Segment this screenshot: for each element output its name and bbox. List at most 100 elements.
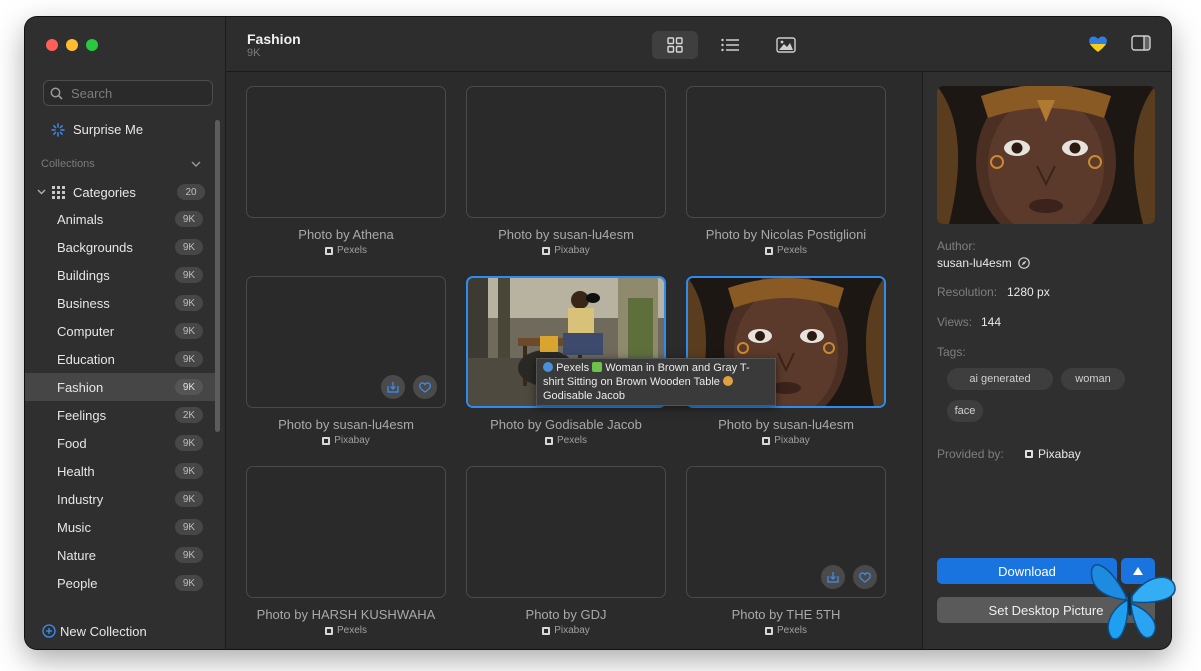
count-badge: 2K	[175, 407, 203, 423]
sidebar-item-label: Education	[57, 351, 115, 367]
sidebar-item-label: Industry	[57, 491, 104, 507]
tag-chip[interactable]: ai generated	[947, 368, 1053, 390]
photo-card[interactable]: Photo by THE 5TH Pexels	[686, 466, 886, 636]
favorite-button[interactable]	[853, 565, 877, 589]
source-label: Pixabay	[334, 435, 370, 446]
tag-chip[interactable]: woman	[1061, 368, 1125, 390]
chevron-down-icon[interactable]	[37, 189, 46, 195]
chevron-down-icon[interactable]	[191, 161, 201, 167]
surprise-me-label: Surprise Me	[73, 122, 144, 137]
pixabay-icon	[1025, 450, 1033, 458]
search-input[interactable]	[69, 84, 203, 102]
photo-thumbnail[interactable]	[686, 466, 886, 598]
photo-card[interactable]: Photo by Nicolas Postiglioni Pexels	[686, 86, 886, 256]
new-collection-button[interactable]: New Collection	[25, 613, 225, 649]
sidebar-item-label: Backgrounds	[57, 239, 133, 255]
views-label: Views:	[937, 315, 973, 329]
photo-thumbnail[interactable]	[466, 86, 666, 218]
count-badge: 9K	[175, 463, 203, 479]
search-field[interactable]	[43, 80, 213, 106]
collections-label: Collections	[41, 158, 95, 170]
sidebar-item-label: Nature	[57, 547, 97, 563]
sidebar-item-food[interactable]: Food 9K	[25, 429, 215, 457]
sidebar-item-label: Computer	[57, 323, 115, 339]
photo-card[interactable]: Photo by susan-lu4esm Pixabay	[246, 276, 446, 446]
sidebar-item-feelings[interactable]: Feelings 2K	[25, 401, 215, 429]
collections-header[interactable]: Collections	[41, 158, 201, 170]
download-icon	[387, 382, 399, 393]
photo-caption: Photo by GDJ	[525, 607, 607, 622]
sidebar-item-education[interactable]: Education 9K	[25, 345, 215, 373]
pixabay-icon	[322, 436, 331, 445]
pexels-icon	[324, 626, 333, 635]
resolution-value: 1280 px	[1007, 285, 1050, 299]
categories-group[interactable]: Categories 20	[37, 181, 205, 203]
sidebar-item-nature[interactable]: Nature 9K	[25, 541, 215, 569]
compass-icon[interactable]	[1017, 257, 1030, 269]
surprise-me-item[interactable]: Surprise Me	[51, 122, 143, 137]
sidebar-item-fashion[interactable]: Fashion 9K	[25, 373, 215, 401]
photo-card[interactable]: Photo by GDJ Pixabay	[466, 466, 666, 636]
count-badge: 9K	[175, 575, 203, 591]
count-badge: 9K	[175, 295, 203, 311]
pexels-icon	[764, 626, 773, 635]
photo-card[interactable]: Photo by susan-lu4esm Pixabay	[466, 86, 666, 256]
photo-card[interactable]: Photo by Athena Pexels	[246, 86, 446, 256]
photo-caption: Photo by Nicolas Postiglioni	[705, 227, 867, 242]
search-icon	[50, 87, 63, 100]
sidebar-item-computer[interactable]: Computer 9K	[25, 317, 215, 345]
count-badge: 9K	[175, 491, 203, 507]
sidebar-scrollbar[interactable]	[215, 120, 220, 432]
sidebar-item-backgrounds[interactable]: Backgrounds 9K	[25, 233, 215, 261]
download-button[interactable]	[381, 375, 405, 399]
download-icon	[827, 572, 839, 583]
grid-view-button[interactable]	[652, 31, 698, 59]
image-view-button[interactable]	[763, 31, 809, 59]
photo-source: Pixabay	[466, 625, 666, 636]
sidebar-item-health[interactable]: Health 9K	[25, 457, 215, 485]
page-title: Fashion	[247, 31, 301, 47]
photo-caption: Photo by susan-lu4esm	[718, 417, 854, 432]
sidebar-item-label: Business	[57, 295, 110, 311]
source-label: Pixabay	[554, 245, 590, 256]
tag-chip[interactable]: face	[947, 400, 983, 422]
photo-thumbnail[interactable]	[466, 466, 666, 598]
count-badge: 9K	[175, 267, 203, 283]
category-list: Animals 9K Backgrounds 9K Buildings 9K Busi…	[25, 205, 215, 597]
zoom-window-button[interactable]	[86, 39, 98, 51]
count-badge: 9K	[175, 239, 203, 255]
close-window-button[interactable]	[46, 39, 58, 51]
photo-thumbnail[interactable]	[246, 276, 446, 408]
source-label: Pexels	[336, 245, 367, 256]
heart-icon	[419, 381, 431, 393]
list-view-button[interactable]	[707, 31, 753, 59]
sidebar-toggle-icon[interactable]	[1131, 35, 1151, 51]
minimize-window-button[interactable]	[66, 39, 78, 51]
sidebar-item-people[interactable]: People 9K	[25, 569, 215, 597]
photo-thumbnail[interactable]	[686, 86, 886, 218]
sidebar-item-label: Health	[57, 463, 95, 479]
list-icon	[721, 38, 739, 52]
photo-thumbnail[interactable]	[246, 466, 446, 598]
card-actions	[821, 565, 877, 589]
sidebar-item-animals[interactable]: Animals 9K	[25, 205, 215, 233]
photo-thumbnail[interactable]	[246, 86, 446, 218]
source-label: Pexels	[336, 625, 367, 636]
download-button[interactable]	[821, 565, 845, 589]
favorite-button[interactable]	[413, 375, 437, 399]
window-controls	[46, 39, 98, 51]
provided-by-label: Provided by:	[937, 447, 1004, 461]
count-badge: 9K	[175, 351, 203, 367]
photo-card[interactable]: Photo by HARSH KUSHWAHA Pexels	[246, 466, 446, 636]
plus-circle-icon	[42, 624, 56, 638]
pexels-icon	[544, 436, 553, 445]
provider-value: Pixabay	[1038, 447, 1081, 461]
sidebar-item-music[interactable]: Music 9K	[25, 513, 215, 541]
count-badge: 9K	[175, 211, 203, 227]
pexels-icon	[764, 246, 773, 255]
photo-source: Pixabay	[246, 435, 446, 446]
sidebar-item-industry[interactable]: Industry 9K	[25, 485, 215, 513]
preview-image[interactable]	[937, 86, 1155, 224]
sidebar-item-business[interactable]: Business 9K	[25, 289, 215, 317]
sidebar-item-buildings[interactable]: Buildings 9K	[25, 261, 215, 289]
